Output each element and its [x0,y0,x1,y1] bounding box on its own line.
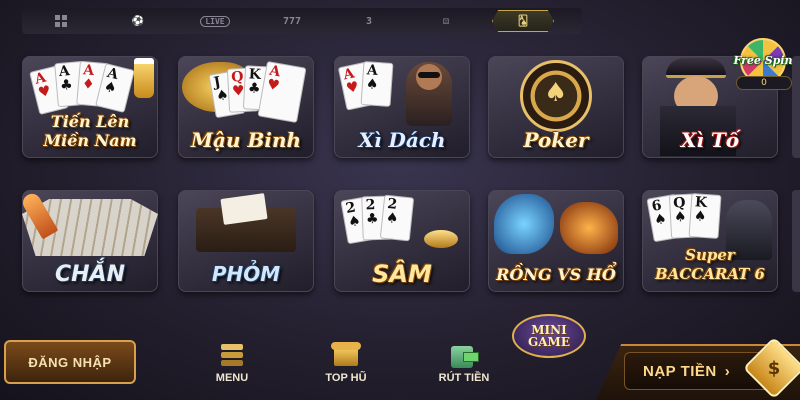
chevron-right-icon: › [724,362,731,380]
deposit-label: NẠP TIỀN [643,362,717,380]
tab-dice[interactable]: ⚄ [415,10,477,32]
live-badge-icon: LIVE [200,15,230,27]
game-tile-rong-ho[interactable]: RỒNG VS HỔ [488,190,624,292]
tab-lottery[interactable]: 3 [338,10,400,32]
game-tile-sam[interactable]: 2 ♠ 2 ♣ 2 ♠ SÂM [334,190,470,292]
next-tile-edge[interactable] [792,190,800,292]
soccer-ball-icon: ⚽ [131,15,145,27]
game-title: Xì Tố [680,128,740,152]
game-title: Super BACCARAT 6 [655,246,765,283]
cards-icon: 🂡 [517,15,529,27]
game-tile-phom[interactable]: PHỎM [178,190,314,292]
tab-card-games[interactable]: 🂡 [492,10,554,32]
game-title: Xì Dách [358,128,446,152]
game-tile-xi-dach[interactable]: A ♥ A ♠ Xì Dách [334,56,470,158]
game-title: SÂM [372,260,432,288]
grid-icon [55,15,67,27]
withdraw-label: RÚT TIỀN [438,372,490,384]
top-hu-label: TOP HŨ [325,372,367,384]
trophy-chest-icon [331,342,361,370]
tab-live[interactable]: LIVE [184,10,246,32]
mini-game-badge: MINI GAME [512,314,586,358]
next-tile-edge[interactable] [792,56,800,158]
game-tile-chan[interactable]: CHẮN [22,190,158,292]
menu-button[interactable]: MENU [192,342,272,384]
menu-label: MENU [215,372,249,384]
tab-all-games[interactable] [30,10,92,32]
tab-slots[interactable]: 777 [261,10,323,32]
game-title: CHẮN [55,262,125,287]
game-title: RỒNG VS HỔ [496,265,616,284]
atm-cash-icon [449,342,479,370]
free-spin-wheel[interactable]: Free Spin 0 [732,38,794,92]
game-title: Tiến Lên Miền Nam [43,112,137,150]
game-title: Mậu Binh [190,128,302,152]
game-title: PHỎM [211,262,281,286]
free-spin-label: Free Spin [733,54,793,67]
dice-icon: ⚄ [442,15,450,27]
slot-777-icon: 777 [282,15,302,27]
game-tile-tien-len[interactable]: A ♥ A ♣ A ♦ A ♠ Tiến Lên Miền Nam [22,56,158,158]
free-spin-count: 0 [736,76,792,90]
tab-sports[interactable]: ⚽ [107,10,169,32]
lottery-ball-icon: 3 [365,15,373,27]
withdraw-button[interactable]: RÚT TIỀN [424,342,504,384]
menu-icon [217,342,247,370]
top-hu-button[interactable]: TOP HŨ [306,342,386,384]
login-button[interactable]: ĐĂNG NHẬP [4,340,136,384]
mini-game-button[interactable]: MINI GAME [512,314,586,362]
game-title: Poker [523,128,589,152]
game-tile-poker[interactable]: ♠ Poker [488,56,624,158]
game-tile-super-baccarat[interactable]: 6 ♠ Q ♠ K ♠ Super BACCARAT 6 [642,190,778,292]
category-bar: ⚽ LIVE 777 3 ⚄ 🂡 [22,8,582,34]
game-tile-mau-binh[interactable]: J ♠ Q ♥ K ♣ A ♥ Mậu Binh [178,56,314,158]
